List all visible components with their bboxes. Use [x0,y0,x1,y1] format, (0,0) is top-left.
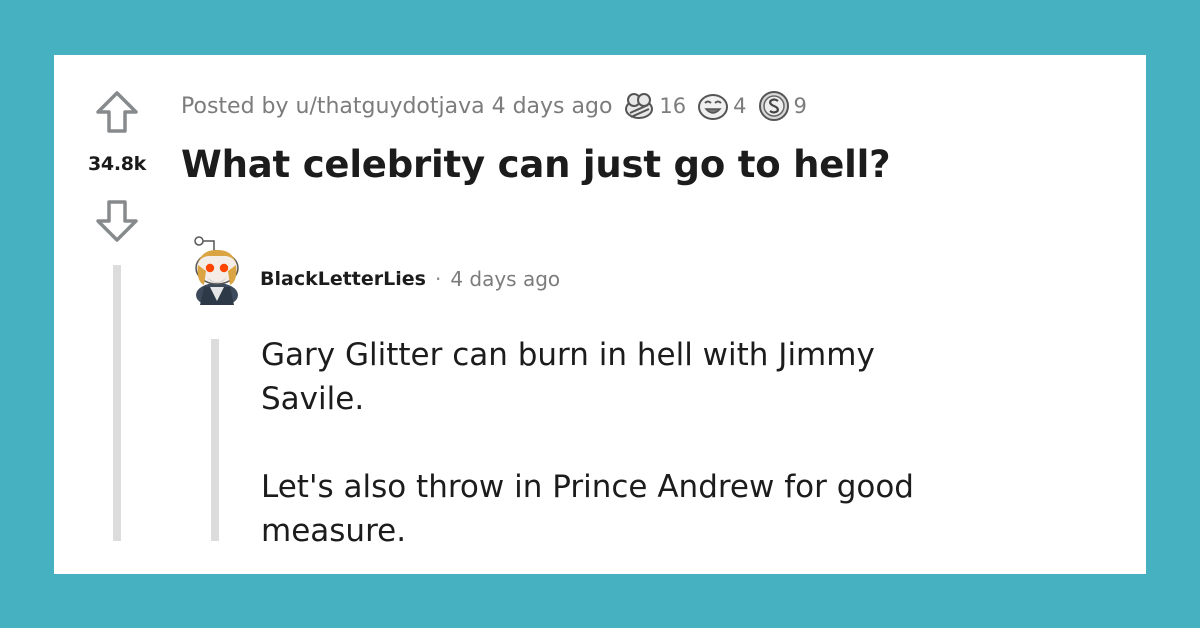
snoo-avatar-icon [194,236,239,305]
avatar[interactable] [190,235,244,305]
downvote-button[interactable] [94,198,140,244]
downvote-arrow-icon [96,200,138,242]
upvote-button[interactable] [94,89,140,135]
post-title[interactable]: What celebrity can just go to hell? [181,143,891,186]
comment-timestamp[interactable]: 4 days ago [450,267,560,291]
post-meta: Posted by u/thatguydotjava 4 days ago 16… [181,88,807,124]
laughing-face-award-icon [698,94,729,120]
award-count: 9 [793,94,807,118]
comment-author[interactable]: BlackLetterLies [260,268,426,290]
post-card: 34.8k Posted by u/thatguydotjava 4 days … [54,55,1146,574]
award-count: 4 [733,94,747,118]
thread-collapse-line[interactable] [113,265,121,541]
posted-by-text: Posted by u/thatguydotjava 4 days ago [181,93,613,119]
comment-collapse-line[interactable] [211,339,219,541]
award-silver[interactable]: 9 [757,89,807,123]
comment-body: Gary Glitter can burn in hell with Jimmy… [261,333,981,553]
upvote-arrow-icon [96,91,138,133]
award-laughing[interactable]: 4 [696,89,747,123]
wholesome-award-icon [625,93,654,119]
silver-award-icon [758,91,789,121]
vote-score: 34.8k [87,153,146,175]
comment-paragraph: Let's also throw in Prince Andrew for go… [261,469,914,549]
comment-meta: BlackLetterLies · 4 days ago [260,267,560,291]
award-count: 16 [659,94,687,118]
comment-paragraph: Gary Glitter can burn in hell with Jimmy… [261,337,875,417]
separator-dot: · [434,267,442,291]
award-wholesome[interactable]: 16 [622,89,686,123]
vote-column: 34.8k [54,55,184,574]
